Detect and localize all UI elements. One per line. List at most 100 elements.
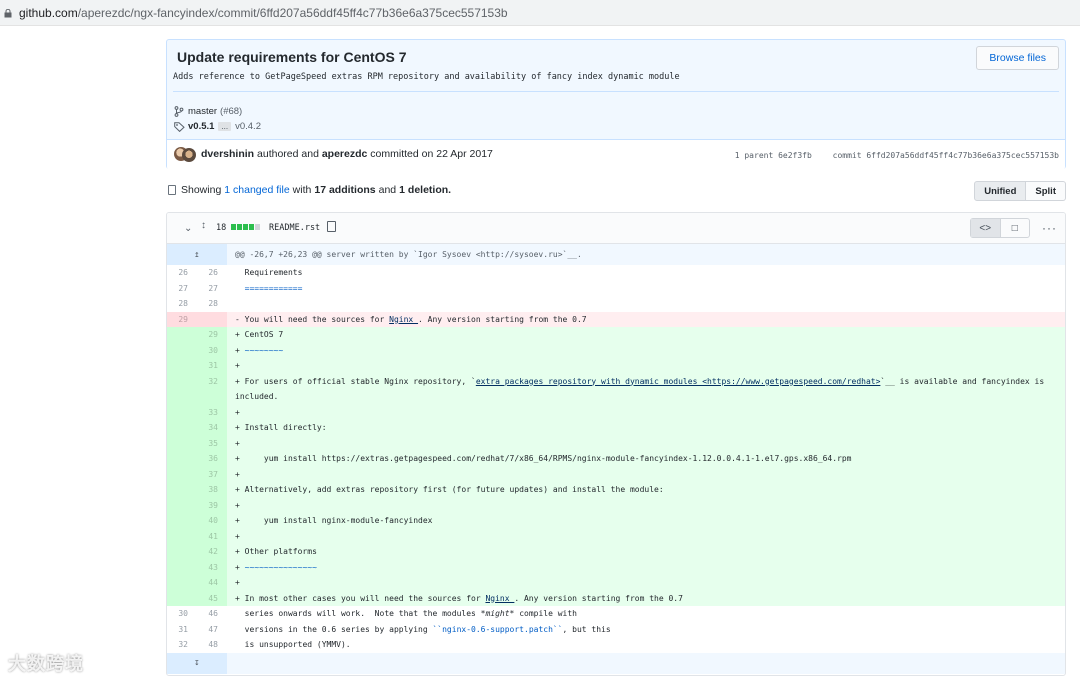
parent-sha[interactable]: 1 parent 6e2f3fb bbox=[735, 151, 812, 160]
expand-all-icon[interactable]: ↕ bbox=[201, 220, 206, 231]
url-path: /aperezdc/ngx-fancyindex/commit/6ffd207a… bbox=[77, 5, 508, 20]
old-line-number[interactable] bbox=[167, 497, 197, 513]
old-line-number[interactable] bbox=[167, 373, 197, 405]
new-line-number[interactable]: 46 bbox=[197, 606, 227, 622]
new-line-number[interactable]: 38 bbox=[197, 482, 227, 498]
committer-avatar[interactable] bbox=[182, 148, 196, 162]
new-line-number[interactable]: 35 bbox=[197, 435, 227, 451]
code-line: ============ bbox=[227, 281, 1065, 297]
copy-path-icon[interactable] bbox=[327, 221, 336, 232]
diff-line-addition: 30 + ~~~~~~~~ bbox=[167, 342, 1065, 359]
old-line-number[interactable]: 28 bbox=[167, 296, 197, 312]
old-line-number[interactable]: 32 bbox=[167, 637, 197, 653]
diff-line-addition: 33 + bbox=[167, 404, 1065, 420]
source-diff-icon[interactable]: <> bbox=[971, 219, 1001, 237]
old-line-number[interactable]: 27 bbox=[167, 281, 197, 297]
old-line-number[interactable] bbox=[167, 420, 197, 436]
old-line-number[interactable]: 29 bbox=[167, 311, 197, 327]
commit-sha: commit 6ffd207a56ddf45ff4c77b36e6a375cec… bbox=[832, 151, 1059, 160]
committer-link[interactable]: aperezdc bbox=[322, 148, 368, 160]
code-link[interactable]: extra packages repository with dynamic m… bbox=[476, 377, 881, 386]
old-line-number[interactable] bbox=[167, 575, 197, 591]
old-line-number[interactable] bbox=[167, 327, 197, 343]
diff-toolbar: Showing 1 changed file with 17 additions… bbox=[166, 181, 1066, 201]
split-button[interactable]: Split bbox=[1026, 181, 1066, 201]
old-line-number[interactable] bbox=[167, 404, 197, 420]
new-line-number[interactable] bbox=[197, 311, 227, 327]
new-line-number[interactable]: 37 bbox=[197, 466, 227, 482]
new-line-number[interactable]: 28 bbox=[197, 296, 227, 312]
old-line-number[interactable]: 31 bbox=[167, 622, 197, 638]
code-line: + In most other cases you will need the … bbox=[227, 591, 1065, 607]
old-line-number[interactable] bbox=[167, 528, 197, 544]
author-link[interactable]: dvershinin bbox=[201, 148, 254, 160]
new-line-number[interactable]: 27 bbox=[197, 281, 227, 297]
unified-button[interactable]: Unified bbox=[974, 181, 1027, 201]
address-bar[interactable]: github.com/aperezdc/ngx-fancyindex/commi… bbox=[0, 0, 1080, 26]
hunk-text: @@ -26,7 +26,23 @@ server written by `Ig… bbox=[235, 250, 582, 259]
pr-number[interactable]: (#68) bbox=[220, 106, 242, 117]
old-line-number[interactable]: 26 bbox=[167, 265, 197, 281]
code-emphasis: *might* bbox=[480, 609, 515, 618]
code-line: series onwards will work. Note that the … bbox=[227, 606, 1065, 622]
new-line-number[interactable]: 48 bbox=[197, 637, 227, 653]
code-link[interactable]: Nginx_ bbox=[389, 315, 418, 324]
code-line: + yum install https://extras.getpagespee… bbox=[227, 451, 1065, 467]
new-line-number[interactable]: 43 bbox=[197, 559, 227, 575]
new-line-number[interactable]: 36 bbox=[197, 451, 227, 467]
new-line-number[interactable]: 29 bbox=[197, 327, 227, 343]
new-line-number[interactable]: 33 bbox=[197, 404, 227, 420]
new-line-number[interactable]: 26 bbox=[197, 265, 227, 281]
code-line: + bbox=[227, 467, 1065, 483]
tag-oldest[interactable]: v0.4.2 bbox=[235, 121, 261, 132]
new-line-number[interactable]: 31 bbox=[197, 358, 227, 374]
file-changes-count: 18 bbox=[216, 223, 227, 233]
authored-text: authored and bbox=[257, 148, 319, 160]
expand-up-icon[interactable]: ↥ bbox=[167, 244, 227, 265]
old-line-number[interactable] bbox=[167, 482, 197, 498]
diff-line-context: 27 27 ============ bbox=[167, 280, 1065, 297]
tag-latest[interactable]: v0.5.1 bbox=[188, 121, 214, 132]
code-line: + ~~~~~~~~ bbox=[227, 343, 1065, 359]
code-line: Requirements bbox=[227, 265, 1065, 281]
old-line-number[interactable] bbox=[167, 559, 197, 575]
changed-files-link[interactable]: 1 changed file bbox=[224, 184, 289, 196]
new-line-number[interactable]: 32 bbox=[197, 373, 227, 405]
new-line-number[interactable]: 45 bbox=[197, 590, 227, 606]
new-line-number[interactable]: 42 bbox=[197, 544, 227, 560]
more-options-icon[interactable]: ··· bbox=[1042, 221, 1057, 235]
code-link[interactable]: Nginx_ bbox=[485, 594, 514, 603]
chevron-down-icon[interactable]: ⌄ bbox=[184, 223, 192, 234]
browse-files-button[interactable]: Browse files bbox=[976, 46, 1059, 70]
view-toggle: Unified Split bbox=[974, 181, 1066, 201]
rich-diff-icon[interactable]: □ bbox=[1001, 219, 1030, 237]
commit-title: Update requirements for CentOS 7 bbox=[177, 49, 407, 65]
new-line-number[interactable]: 39 bbox=[197, 497, 227, 513]
code-line: + ~~~~~~~~~~~~~~~ bbox=[227, 560, 1065, 576]
old-line-number[interactable] bbox=[167, 342, 197, 358]
code-text: + bbox=[235, 578, 240, 587]
tag-ellipsis-button[interactable]: ... bbox=[218, 122, 232, 131]
branch-info: master (#68) bbox=[174, 106, 242, 117]
new-line-number[interactable]: 41 bbox=[197, 528, 227, 544]
new-line-number[interactable]: 34 bbox=[197, 420, 227, 436]
old-line-number[interactable]: 30 bbox=[167, 606, 197, 622]
old-line-number[interactable] bbox=[167, 358, 197, 374]
new-line-number[interactable]: 44 bbox=[197, 575, 227, 591]
old-line-number[interactable] bbox=[167, 466, 197, 482]
old-line-number[interactable] bbox=[167, 590, 197, 606]
branch-name[interactable]: master bbox=[188, 106, 217, 117]
old-line-number[interactable] bbox=[167, 544, 197, 560]
expand-down-icon[interactable]: ↧ bbox=[167, 652, 227, 674]
old-line-number[interactable] bbox=[167, 435, 197, 451]
old-line-number[interactable] bbox=[167, 513, 197, 529]
new-line-number[interactable]: 30 bbox=[197, 342, 227, 358]
diff-table: ↥ @@ -26,7 +26,23 @@ server written by `… bbox=[167, 244, 1065, 674]
code-line: - You will need the sources for Nginx_. … bbox=[227, 312, 1065, 328]
code-line: + For users of official stable Nginx rep… bbox=[227, 374, 1065, 405]
new-line-number[interactable]: 40 bbox=[197, 513, 227, 529]
file-name[interactable]: README.rst bbox=[269, 223, 320, 233]
code-text: + CentOS 7 bbox=[235, 330, 284, 339]
new-line-number[interactable]: 47 bbox=[197, 622, 227, 638]
old-line-number[interactable] bbox=[167, 451, 197, 467]
